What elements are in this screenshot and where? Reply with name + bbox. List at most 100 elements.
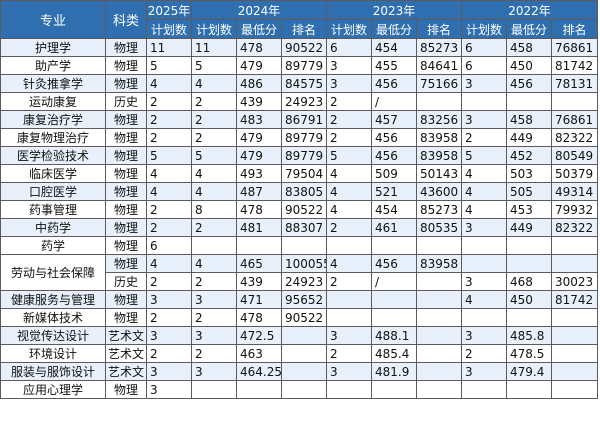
- cell-r24: 24923: [281, 272, 327, 291]
- cell-p25: 3: [146, 362, 192, 381]
- cell-r23: [416, 236, 462, 255]
- cell-p24: 2: [191, 218, 237, 237]
- cell-p22: [461, 308, 507, 327]
- header-year-2024: 2024年: [191, 0, 327, 20]
- cell-major: 服装与服饰设计: [0, 362, 106, 381]
- cell-p23: 4: [326, 182, 372, 201]
- cell-p24: [191, 380, 237, 399]
- cell-p25: 2: [146, 110, 192, 129]
- cell-major: 运动康复: [0, 92, 106, 111]
- cell-major: 健康服务与管理: [0, 290, 106, 309]
- cell-s23: 457: [371, 110, 417, 129]
- cell-s23: 509: [371, 164, 417, 183]
- table-row: 医学检验技术 物理 5 5 479 89779 5 456 83958 5 452 80549: [0, 146, 598, 165]
- cell-r24: 89779: [281, 128, 327, 147]
- cell-r24: 89779: [281, 56, 327, 75]
- cell-p22: 3: [461, 74, 507, 93]
- cell-r23: [416, 380, 462, 399]
- cell-s23: [371, 308, 417, 327]
- cell-p23: 2: [326, 92, 372, 111]
- cell-r24: [281, 326, 327, 345]
- cell-r22: [551, 326, 598, 345]
- cell-s22: [506, 236, 552, 255]
- cell-p25: 2: [146, 128, 192, 147]
- cell-p24: 3: [191, 362, 237, 381]
- cell-r22: 78131: [551, 74, 598, 93]
- cell-s24: 439: [236, 272, 282, 291]
- cell-subject: 物理: [105, 236, 147, 255]
- header-rank-2023: 排名: [416, 19, 462, 39]
- cell-s22: 485.8: [506, 326, 552, 345]
- cell-r22: 76861: [551, 110, 598, 129]
- cell-p22: 4: [461, 164, 507, 183]
- cell-s24: [236, 236, 282, 255]
- cell-r22: 50379: [551, 164, 598, 183]
- header-plan-2022: 计划数: [461, 19, 507, 39]
- cell-s22: 450: [506, 290, 552, 309]
- cell-s24: 479: [236, 128, 282, 147]
- cell-s22: [506, 254, 552, 273]
- cell-r23: [416, 92, 462, 111]
- header-year-2023: 2023年: [326, 0, 462, 20]
- cell-major: 医学检验技术: [0, 146, 106, 165]
- cell-p23: [326, 380, 372, 399]
- cell-major: 护理学: [0, 38, 106, 57]
- cell-r24: [281, 380, 327, 399]
- cell-r22: 81742: [551, 56, 598, 75]
- cell-r23: 84641: [416, 56, 462, 75]
- table-row: 视觉传达设计 艺术文 3 3 472.5 3 488.1 3 485.8: [0, 326, 598, 345]
- header-rank-2024: 排名: [281, 19, 327, 39]
- cell-r23: 83958: [416, 146, 462, 165]
- cell-p24: 2: [191, 92, 237, 111]
- table-row: 药学 物理 6: [0, 236, 598, 255]
- cell-r23: 83256: [416, 110, 462, 129]
- cell-major: 劳动与社会保障: [0, 254, 106, 291]
- cell-p24: 5: [191, 146, 237, 165]
- cell-subject: 艺术文: [105, 362, 147, 381]
- header-plan-2023: 计划数: [326, 19, 372, 39]
- table-row: 针灸推拿学 物理 4 4 486 84575 3 456 75166 3 456 78131: [0, 74, 598, 93]
- cell-s24: 471: [236, 290, 282, 309]
- cell-s24: 464.25: [236, 362, 282, 381]
- cell-s23: 485.4: [371, 344, 417, 363]
- cell-p23: 4: [326, 254, 372, 273]
- cell-s24: 478: [236, 38, 282, 57]
- cell-p22: 2: [461, 128, 507, 147]
- cell-subject: 物理: [105, 200, 147, 219]
- cell-major: 临床医学: [0, 164, 106, 183]
- cell-s23: 461: [371, 218, 417, 237]
- cell-p22: 4: [461, 200, 507, 219]
- cell-r24: 86791: [281, 110, 327, 129]
- cell-p23: 2: [326, 344, 372, 363]
- cell-r22: [551, 254, 598, 273]
- cell-s22: 478.5: [506, 344, 552, 363]
- cell-subject: 物理: [105, 146, 147, 165]
- table-row: 助产学 物理 5 5 479 89779 3 455 84641 6 450 81742: [0, 56, 598, 75]
- cell-p24: 8: [191, 200, 237, 219]
- cell-p22: [461, 92, 507, 111]
- cell-r24: 90522: [281, 308, 327, 327]
- cell-r22: 82322: [551, 218, 598, 237]
- cell-s24: 472.5: [236, 326, 282, 345]
- cell-p25: 4: [146, 254, 192, 273]
- cell-s23: 455: [371, 56, 417, 75]
- cell-r23: [416, 344, 462, 363]
- cell-p22: 6: [461, 38, 507, 57]
- cell-p24: 2: [191, 344, 237, 363]
- cell-s24: 479: [236, 56, 282, 75]
- cell-p24: 4: [191, 74, 237, 93]
- header-plan-2025: 计划数: [146, 19, 192, 39]
- cell-s23: 456: [371, 128, 417, 147]
- cell-major: 康复治疗学: [0, 110, 106, 129]
- cell-r24: 95652: [281, 290, 327, 309]
- cell-p23: 3: [326, 362, 372, 381]
- cell-s24: 487: [236, 182, 282, 201]
- cell-major: 环境设计: [0, 344, 106, 363]
- cell-s22: [506, 92, 552, 111]
- header-rank-2022: 排名: [551, 19, 598, 39]
- cell-r23: [416, 362, 462, 381]
- cell-s22: 458: [506, 110, 552, 129]
- cell-s22: 505: [506, 182, 552, 201]
- cell-subject: 历史: [105, 92, 147, 111]
- cell-r24: [281, 344, 327, 363]
